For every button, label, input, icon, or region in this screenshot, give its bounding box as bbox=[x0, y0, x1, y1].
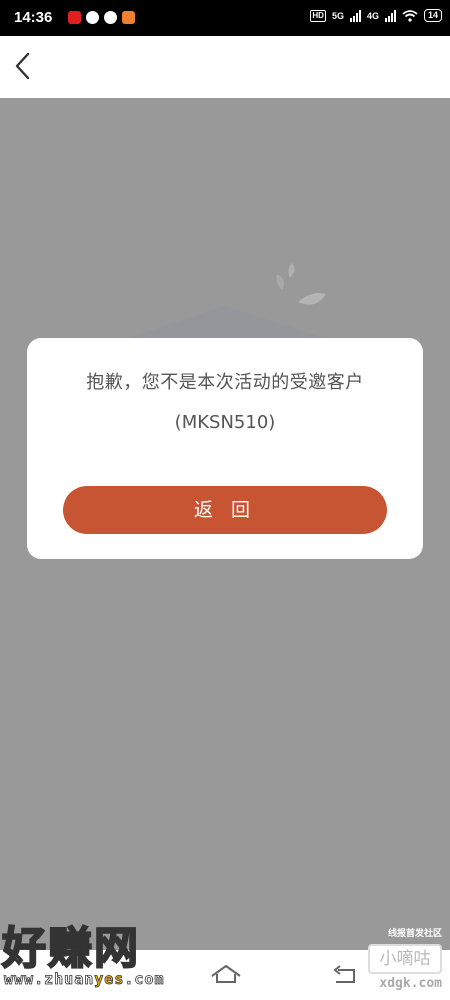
home-button[interactable] bbox=[208, 962, 244, 988]
watermark-brand-text: 好赚网 bbox=[1, 922, 140, 975]
wifi-icon bbox=[402, 9, 418, 22]
signal-icon bbox=[349, 9, 361, 22]
watermark-forum: 线报首发社区 小嘀咕 xdgk.com bbox=[362, 922, 442, 998]
watermark-forum-tag: 线报首发社区 bbox=[387, 929, 442, 939]
wechat-notification-icon bbox=[104, 11, 117, 24]
system-back-button[interactable] bbox=[330, 962, 360, 988]
back-button[interactable] bbox=[8, 48, 42, 84]
return-button[interactable]: 返 回 bbox=[63, 486, 387, 534]
status-time: 14:36 bbox=[14, 9, 53, 26]
invite-error-dialog: 抱歉，您不是本次活动的受邀客户 (MKSN510) 返 回 bbox=[27, 338, 423, 559]
return-icon bbox=[333, 965, 355, 983]
watermark-url: www.zhuanyes.com bbox=[4, 970, 165, 989]
network-4g-label: 4G bbox=[366, 10, 379, 21]
home-icon bbox=[211, 965, 241, 983]
watermark-forum-url: xdgk.com bbox=[379, 976, 442, 991]
app-notification-icon bbox=[68, 11, 81, 24]
battery-icon: 14 bbox=[423, 9, 442, 22]
top-nav-bar bbox=[0, 36, 450, 99]
status-bar: 14:36 HD 5G 4G 14 bbox=[0, 0, 450, 36]
hd-badge: HD bbox=[310, 9, 326, 22]
dialog-error-code: (MKSN510) bbox=[174, 412, 276, 433]
signal-icon-2 bbox=[384, 9, 396, 22]
network-5g-label: 5G bbox=[331, 10, 344, 21]
dialog-message: 抱歉，您不是本次活动的受邀客户 bbox=[86, 372, 364, 393]
watermark-forum-name: 小嘀咕 bbox=[368, 944, 442, 974]
watermark-brand: 好赚网 www.zhuanyes.com bbox=[1, 912, 202, 996]
shop-notification-icon bbox=[122, 11, 135, 24]
chevron-left-icon bbox=[15, 52, 30, 80]
chat-notification-icon bbox=[86, 11, 99, 24]
